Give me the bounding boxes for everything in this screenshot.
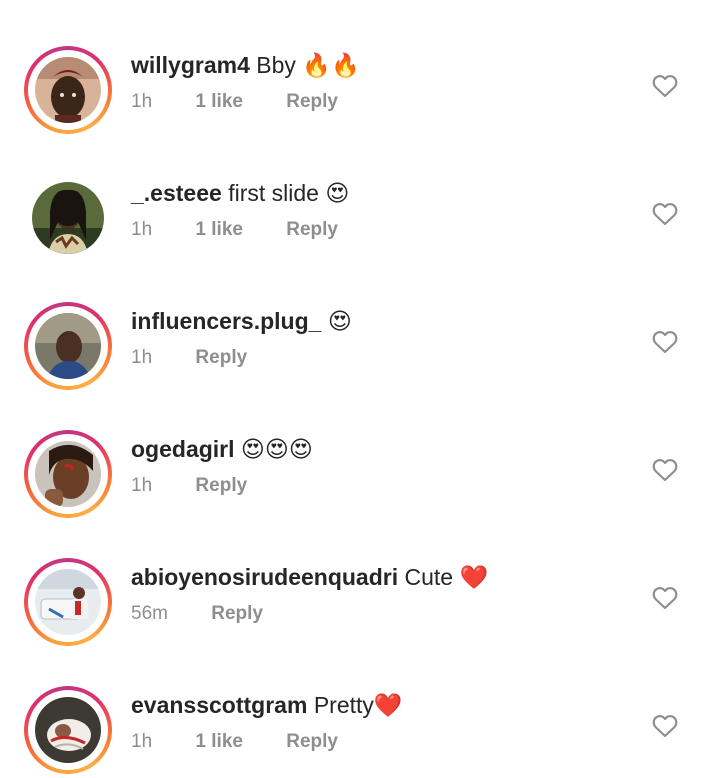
comment-likes[interactable]: 1 like (195, 218, 243, 242)
reply-button[interactable]: Reply (286, 90, 338, 114)
comment-item: willygram4 Bby 🔥🔥 1h 1 like Reply (0, 0, 720, 134)
comment-time: 1h (131, 731, 153, 752)
comment-line: _.esteee first slide 😍 (131, 178, 349, 208)
reply-button[interactable]: Reply (286, 218, 338, 242)
comment-text: 😍 (327, 308, 352, 334)
comment-username[interactable]: abioyenosirudeenquadri (131, 564, 398, 590)
heart-outline-icon[interactable] (652, 586, 678, 610)
avatar-story-ring[interactable] (24, 558, 112, 646)
comment-time: 1h (131, 219, 153, 240)
comment-meta: 1h 1 like Reply (131, 218, 338, 242)
comment-line: ogedagirl 😍😍😍 (131, 434, 313, 464)
reply-button[interactable]: Reply (195, 474, 247, 498)
comment-username[interactable]: evansscottgram (131, 692, 307, 718)
heart-outline-icon[interactable] (652, 714, 678, 738)
reply-button[interactable]: Reply (195, 346, 247, 370)
comment-text: Bby 🔥🔥 (256, 52, 360, 78)
avatar (35, 569, 101, 635)
comment-item: influencers.plug_ 😍 1h Reply (0, 256, 720, 390)
heart-outline-icon[interactable] (652, 330, 678, 354)
comment-text: first slide 😍 (228, 180, 350, 206)
comment-likes[interactable]: 1 like (195, 730, 243, 754)
comment-item: evansscottgram Pretty❤️ 1h 1 like Reply (0, 640, 720, 774)
comment-line: influencers.plug_ 😍 (131, 306, 352, 336)
comment-text: Pretty❤️ (313, 692, 403, 718)
avatar-story-ring[interactable] (24, 46, 112, 134)
comment-meta: 1h Reply (131, 346, 247, 370)
avatar (35, 697, 101, 763)
comment-meta: 1h 1 like Reply (131, 90, 338, 114)
comment-likes[interactable]: 1 like (195, 90, 243, 114)
comment-time: 1h (131, 475, 153, 496)
comment-time: 56m (131, 603, 168, 624)
comment-line: willygram4 Bby 🔥🔥 (131, 50, 360, 80)
comment-item: abioyenosirudeenquadri Cute ❤️ 56m Reply (0, 512, 720, 646)
comments-list: willygram4 Bby 🔥🔥 1h 1 like Reply _.este… (0, 0, 720, 778)
avatar-story-ring[interactable] (24, 430, 112, 518)
comment-time: 1h (131, 347, 153, 368)
comment-meta: 1h 1 like Reply (131, 730, 338, 754)
comment-meta: 1h Reply (131, 474, 247, 498)
avatar-story-ring[interactable] (24, 302, 112, 390)
heart-outline-icon[interactable] (652, 202, 678, 226)
reply-button[interactable]: Reply (286, 730, 338, 754)
comment-meta: 56m Reply (131, 602, 263, 626)
comment-text: Cute ❤️ (404, 564, 489, 590)
comment-line: evansscottgram Pretty❤️ (131, 690, 403, 720)
heart-outline-icon[interactable] (652, 74, 678, 98)
avatar (35, 313, 101, 379)
avatar (32, 182, 104, 254)
comment-username[interactable]: _.esteee (131, 180, 222, 206)
avatar-frame[interactable] (24, 174, 112, 262)
comment-item: ogedagirl 😍😍😍 1h Reply (0, 384, 720, 518)
comment-time: 1h (131, 91, 153, 112)
avatar (35, 57, 101, 123)
comment-line: abioyenosirudeenquadri Cute ❤️ (131, 562, 488, 592)
comment-username[interactable]: influencers.plug_ (131, 308, 321, 334)
comment-username[interactable]: ogedagirl (131, 436, 235, 462)
avatar (35, 441, 101, 507)
comment-username[interactable]: willygram4 (131, 52, 250, 78)
comment-item: _.esteee first slide 😍 1h 1 like Reply (0, 128, 720, 256)
avatar-story-ring[interactable] (24, 686, 112, 774)
comment-text: 😍😍😍 (240, 436, 313, 462)
reply-button[interactable]: Reply (211, 602, 263, 626)
heart-outline-icon[interactable] (652, 458, 678, 482)
